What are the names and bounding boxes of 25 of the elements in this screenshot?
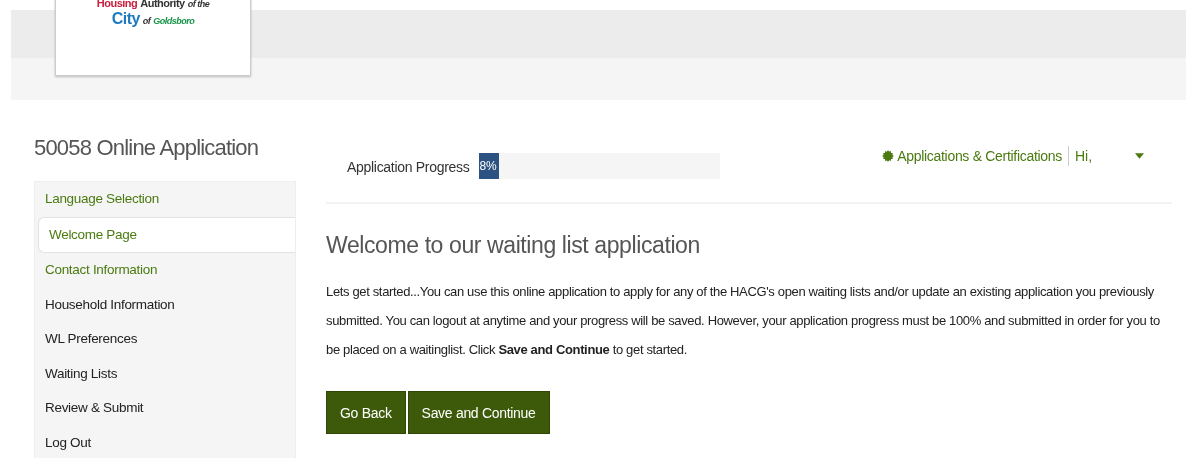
continue-button[interactable]: Save and Continue — [407, 391, 550, 434]
sidebar-item[interactable]: WL Preferences — [35, 322, 295, 357]
logo-text: Authority — [140, 0, 185, 9]
logo-text: of — [142, 15, 151, 28]
logo-text: Goldsboro — [153, 15, 195, 28]
caret-icon[interactable] — [1135, 153, 1144, 159]
progress-reading: 8% — [479, 159, 497, 173]
sidebar-item[interactable]: Waiting Lists — [35, 356, 295, 391]
sidebar-title: 50058 Online Application — [34, 134, 259, 162]
page-heading: Welcome to our waiting list application — [326, 232, 701, 259]
back-button[interactable]: Go Back — [326, 391, 406, 434]
intro-paragraph: Lets get started...You can use this online application to apply for any of the HACG's open waiting lists and/or update an existing application you previously submitted. You can logout at anytime and your progress will be saved. However, your application progress must be 100% and submitted in order for you to be placed on a waitinglist. Click Save and Continue to get started. — [326, 283, 1161, 359]
sidebar-item[interactable]: Contact Information — [35, 253, 295, 288]
user-menu[interactable]: Hi, — [1075, 148, 1135, 164]
logo-text: Housing — [96, 0, 138, 9]
sidebar-item[interactable]: Welcome Page — [38, 216, 295, 253]
sidebar-item[interactable]: Log Out — [35, 425, 295, 458]
progress-label: Application Progress — [347, 159, 470, 175]
sidebar-item[interactable]: Household Information — [35, 287, 295, 322]
sidebar-item[interactable]: Review & Submit — [35, 391, 295, 426]
logo-text: City — [111, 10, 140, 28]
sidebar-item[interactable]: Language Selection — [35, 182, 295, 217]
applications-link[interactable]: Applications & Certifications — [897, 148, 1062, 164]
gear-icon — [882, 150, 895, 162]
logo-text: of the — [187, 0, 210, 10]
